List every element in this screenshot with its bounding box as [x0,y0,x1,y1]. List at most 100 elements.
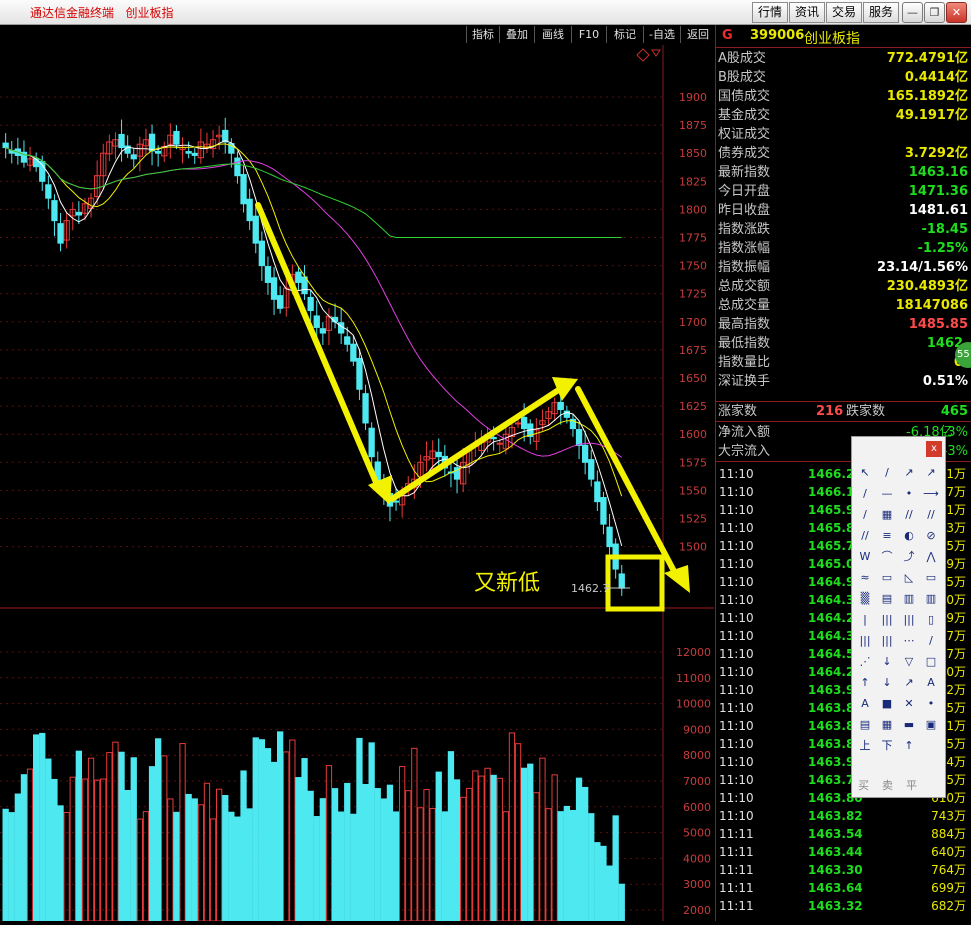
draw-tool-icon[interactable]: ▤ [855,717,875,733]
draw-tool-icon[interactable]: // [855,528,875,544]
draw-tool-icon[interactable]: ⌒ [877,549,897,565]
draw-tool-icon[interactable]: ||| [877,612,897,628]
candle-body [130,154,137,160]
draw-tool-icon[interactable]: ↓ [877,654,897,670]
draw-tool-icon[interactable]: ↑ [899,738,919,754]
draw-tool-icon[interactable]: ⋯ [899,633,919,649]
draw-tool-icon[interactable]: ◐ [899,528,919,544]
volume-bar [411,747,418,922]
draw-tool-icon[interactable]: / [877,465,897,481]
draw-tool-icon[interactable]: / [921,633,941,649]
draw-tool-icon[interactable]: 下 [877,738,897,754]
volume-bar [100,778,107,922]
draw-tool-icon[interactable]: 上 [855,738,875,754]
volume-bar [124,789,131,922]
kline-chart[interactable]: 1900 1875 1850 1825 1800 1775 1750 1725 1700 1675… [0,45,714,922]
volume-tick-label: 10000 [676,698,711,711]
draw-tool-icon[interactable]: ⟶ [921,486,941,502]
draw-tool-icon[interactable]: // [921,507,941,523]
candle-body [514,422,522,425]
draw-tool-icon[interactable]: ▯ [921,612,941,628]
draw-tool-icon[interactable]: W [855,549,875,565]
tick-price: 1463.7 [808,773,855,787]
menu-news[interactable]: 资讯 [789,2,825,23]
app-title: 通达信金融终端 创业板指 [30,6,174,20]
draw-tool-icon[interactable]: ▬ [899,717,919,733]
draw-tool-icon[interactable]: ≈ [855,570,875,586]
draw-tool-icon[interactable]: ||| [899,612,919,628]
draw-tool-icon[interactable]: ▭ [877,570,897,586]
quote-row-value: 0.51% [922,374,968,389]
volume-bar [594,842,601,922]
price-tick-label: 1750 [679,260,707,273]
draw-tool-icon[interactable]: / [855,486,875,502]
draw-tool-icon[interactable]: ≡ [877,528,897,544]
remove-watchlist-button[interactable]: -自选 [643,26,680,43]
draw-tool-icon[interactable]: • [899,486,919,502]
draw-tool-icon[interactable]: ↗ [899,465,919,481]
mark-button[interactable]: 标记 [606,26,643,43]
draw-tool-icon[interactable]: ▦ [877,507,897,523]
tick-price: 1465.9 [808,503,855,517]
price-tick-label: 1900 [679,91,707,104]
draw-tool-icon[interactable]: ↗ [899,675,919,691]
draw-tool-icon[interactable]: ▽ [899,654,919,670]
menu-trade[interactable]: 交易 [826,2,862,23]
draw-tool-icon[interactable]: ▥ [921,591,941,607]
minimize-icon[interactable]: — [902,2,923,23]
draw-tool-icon[interactable]: □ [921,654,941,670]
draw-tool-icon[interactable]: A [921,675,941,691]
draw-line-button[interactable]: 画线 [534,26,571,43]
draw-tool-icon[interactable]: ✕ [899,696,919,712]
draw-tool-icon[interactable]: ⋰ [855,654,875,670]
indicator-button[interactable]: 指标 [466,26,499,43]
draw-tool-icon[interactable]: ▣ [921,717,941,733]
draw-tool-icon[interactable]: • [921,696,941,712]
draw-tool-icon[interactable]: ◺ [899,570,919,586]
menu-service[interactable]: 服务 [863,2,899,23]
draw-tool-icon[interactable]: ↖ [855,465,875,481]
draw-tool-icon[interactable] [921,738,941,754]
draw-tool-icon[interactable]: ↗ [921,465,941,481]
arrow-down-2 [575,386,679,578]
close-icon[interactable]: ✕ [946,2,967,23]
tick-time: 11:10 [719,683,754,697]
overlay-button[interactable]: 叠加 [499,26,534,43]
draw-tool-icon[interactable]: ||| [877,633,897,649]
draw-tool-icon[interactable]: ▦ [877,717,897,733]
draw-tool-icon[interactable]: — [877,486,897,502]
draw-tool-icon[interactable]: ■ [877,696,897,712]
price-tick-label: 1825 [679,175,707,188]
quote-row: 总成交量 18147086 [716,296,971,315]
restore-icon[interactable]: ❐ [924,2,945,23]
draw-tool-icon[interactable]: | [855,612,875,628]
f10-button[interactable]: F10 [571,26,606,43]
draw-tool-icon[interactable]: ⋀ [921,549,941,565]
tick-price: 1464.3 [808,593,855,607]
draw-tool-icon[interactable]: ⊘ [921,528,941,544]
draw-tool-icon[interactable]: ↑ [855,675,875,691]
draw-tool-icon[interactable]: ▥ [899,591,919,607]
quote-row: 国债成交 165.1892亿 [716,87,971,106]
draw-tool-icon[interactable]: ⤴ [899,549,919,565]
draw-tool-icon[interactable]: A [855,696,875,712]
draw-tool-icon[interactable]: ▒ [855,591,875,607]
close-palette-icon[interactable]: x [926,441,942,457]
quote-row-label: B股成交 [718,70,766,85]
back-button[interactable]: 返回 [680,26,715,43]
buy-label[interactable]: 买 [858,777,869,793]
tick-time: 11:11 [719,863,754,877]
draw-tool-icon[interactable]: ▤ [877,591,897,607]
draw-tool-icon[interactable]: ||| [855,633,875,649]
draw-tool-icon[interactable]: // [899,507,919,523]
arrowhead-down-2 [664,565,690,593]
tick-volume: 5万 [946,539,966,553]
draw-tool-icon[interactable]: / [855,507,875,523]
quote-name: 创业板指 [804,31,860,47]
menu-market[interactable]: 行情 [752,2,788,23]
draw-tool-icon[interactable]: ▭ [921,570,941,586]
flat-label[interactable]: 平 [906,777,917,793]
tick-volume: 764万 [931,863,966,877]
sell-label[interactable]: 卖 [882,777,893,793]
draw-tool-icon[interactable]: ↓ [877,675,897,691]
